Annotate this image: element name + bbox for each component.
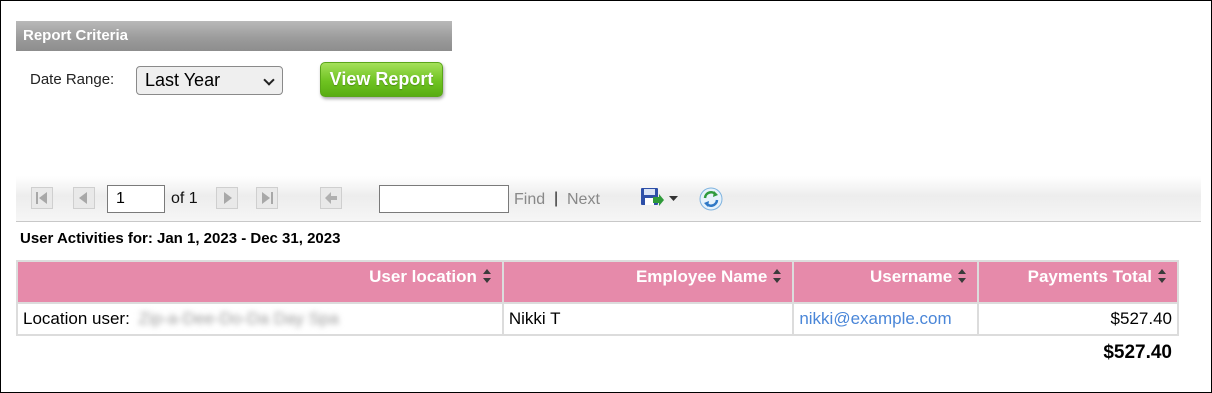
table-header-row: User location Employee Name Username Pay… (16, 260, 1179, 304)
table-row: Location user: Zip-a-Dee-Do-Da Day Spa N… (16, 302, 1179, 336)
report-table: User location Employee Name Username Pay… (16, 260, 1179, 336)
chevron-down-icon (263, 74, 275, 86)
page-count: of 1 (171, 190, 198, 207)
sort-icon[interactable] (773, 269, 782, 283)
last-page-icon[interactable] (256, 187, 278, 209)
first-page-icon[interactable] (31, 187, 53, 209)
sort-icon[interactable] (958, 269, 967, 283)
view-report-button[interactable]: View Report (320, 62, 443, 97)
date-range-label: Date Range: (30, 71, 115, 88)
find-link[interactable]: Find (514, 191, 545, 209)
export-menu-caret-icon[interactable] (669, 196, 678, 202)
date-range-value: Last Year (145, 70, 221, 90)
back-icon[interactable] (320, 187, 342, 209)
next-page-icon[interactable] (216, 187, 238, 209)
report-frame: Report Criteria Date Range: Last Year Vi… (0, 0, 1212, 393)
save-icon[interactable] (640, 187, 664, 209)
report-heading: User Activities for: Jan 1, 2023 - Dec 3… (20, 230, 341, 247)
criteria-header: Report Criteria (16, 21, 452, 51)
column-header-payments-total[interactable]: Payments Total (977, 260, 1179, 304)
previous-page-icon[interactable] (73, 187, 95, 209)
cell-user-location: Location user: Zip-a-Dee-Do-Da Day Spa (16, 302, 504, 336)
refresh-icon[interactable] (699, 187, 723, 211)
cell-payments-total: $527.40 (977, 302, 1179, 336)
find-separator: | (554, 190, 559, 207)
column-header-employee-name[interactable]: Employee Name (501, 260, 795, 304)
column-header-username[interactable]: Username (792, 260, 980, 304)
location-name-redacted: Zip-a-Dee-Do-Da Day Spa (138, 309, 339, 328)
cell-employee-name: Nikki T (501, 302, 795, 336)
username-link[interactable]: nikki@example.com (799, 309, 951, 328)
date-range-select[interactable]: Last Year (136, 66, 283, 95)
page-number-input[interactable]: 1 (107, 185, 165, 213)
find-input[interactable] (379, 185, 509, 213)
location-prefix: Location user: (23, 309, 130, 328)
cell-username: nikki@example.com (792, 302, 980, 336)
sort-icon[interactable] (1158, 269, 1167, 283)
find-next-link[interactable]: Next (567, 191, 600, 209)
grand-total: $527.40 (1103, 342, 1172, 363)
sort-icon[interactable] (482, 269, 492, 283)
column-header-user-location[interactable]: User location (16, 260, 504, 304)
